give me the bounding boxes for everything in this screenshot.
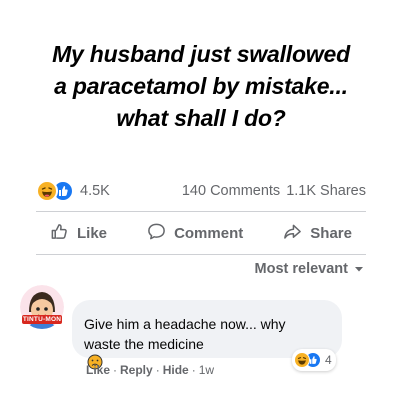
haha-icon bbox=[36, 180, 58, 202]
like-button[interactable]: Like bbox=[36, 222, 121, 245]
comment-timestamp[interactable]: 1w bbox=[199, 363, 214, 377]
comment-reactions[interactable]: 4 bbox=[292, 349, 336, 371]
post-stats: 4.5K 140 Comments 1.1K Shares bbox=[36, 177, 366, 205]
shares-count[interactable]: 1.1K Shares bbox=[286, 183, 366, 199]
comments-count[interactable]: 140 Comments bbox=[182, 183, 280, 199]
post-title: My husband just swallowed a paracetamol … bbox=[0, 38, 402, 134]
reaction-count: 4.5K bbox=[80, 183, 110, 199]
reactions-summary[interactable]: 4.5K bbox=[36, 180, 110, 202]
avatar-badge: TINTU-MON bbox=[22, 315, 62, 324]
share-button[interactable]: Share bbox=[269, 222, 366, 245]
post-title-line: My husband just swallowed bbox=[52, 41, 350, 67]
comment-like-link[interactable]: Like bbox=[86, 363, 110, 377]
separator-dot: · bbox=[191, 363, 196, 377]
comment-sort-dropdown[interactable]: Most relevant bbox=[255, 258, 364, 280]
comment-reaction-count: 4 bbox=[325, 353, 332, 367]
comment-label: Comment bbox=[174, 224, 244, 242]
sort-label: Most relevant bbox=[254, 261, 348, 277]
post-actions: Like Comment Share bbox=[36, 218, 366, 248]
separator-dot: · bbox=[155, 363, 160, 377]
divider bbox=[36, 254, 366, 255]
comment-meta: Like · Reply · Hide · 1w bbox=[86, 362, 214, 378]
haha-icon bbox=[294, 352, 310, 368]
post-title-line: a paracetamol by mistake... bbox=[54, 73, 348, 99]
comment-hide-link[interactable]: Hide bbox=[163, 363, 189, 377]
comment-reply-link[interactable]: Reply bbox=[120, 363, 153, 377]
comment-text: waste the medicine bbox=[84, 336, 204, 352]
post-title-line: what shall I do? bbox=[116, 105, 286, 131]
thumbs-up-icon bbox=[50, 222, 69, 245]
divider bbox=[36, 211, 366, 212]
separator-dot: · bbox=[113, 363, 118, 377]
comment-text-line: Give him a headache now... why bbox=[84, 316, 286, 332]
share-arrow-icon bbox=[283, 222, 302, 245]
caret-down-icon bbox=[354, 261, 364, 277]
share-label: Share bbox=[310, 224, 352, 242]
comment-button[interactable]: Comment bbox=[133, 222, 257, 245]
speech-bubble-icon bbox=[147, 222, 166, 245]
like-label: Like bbox=[77, 224, 108, 242]
